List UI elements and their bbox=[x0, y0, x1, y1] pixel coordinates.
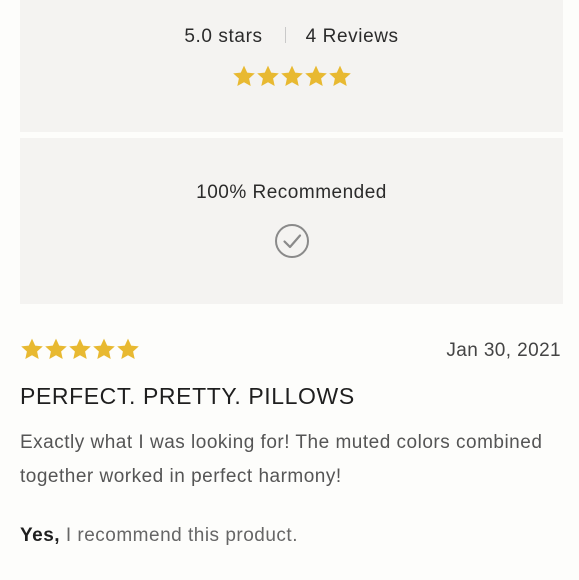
summary-star-rating bbox=[232, 64, 352, 88]
review-star-rating bbox=[20, 337, 140, 361]
star-icon bbox=[280, 65, 303, 86]
star-icon bbox=[256, 65, 279, 86]
average-rating-text: 5.0 stars bbox=[184, 26, 263, 47]
check-circle-icon bbox=[274, 224, 309, 258]
star-icon bbox=[69, 338, 91, 359]
rating-summary-line: 5.0 stars 4 Reviews bbox=[20, 26, 563, 48]
review-date: Jan 30, 2021 bbox=[446, 340, 561, 361]
star-icon bbox=[328, 65, 351, 86]
recommend-percentage: 100% Recommended bbox=[196, 182, 387, 203]
review-count-link[interactable]: 4 Reviews bbox=[306, 26, 399, 47]
star-icon bbox=[45, 338, 67, 359]
rating-summary-card: 5.0 stars 4 Reviews bbox=[20, 0, 563, 132]
star-icon bbox=[117, 338, 139, 359]
rating-divider bbox=[284, 26, 286, 43]
star-icon bbox=[21, 338, 43, 359]
star-icon bbox=[304, 65, 327, 86]
star-icon bbox=[232, 65, 255, 86]
recommend-yes-label: Yes, bbox=[20, 525, 61, 546]
recommend-summary-card: 100% Recommended bbox=[20, 138, 563, 304]
review-title: PERFECT. PRETTY. PILLOWS bbox=[20, 383, 355, 409]
review-recommendation: Yes, I recommend this product. bbox=[20, 525, 298, 547]
review-body: Exactly what I was looking for! The mute… bbox=[20, 432, 543, 487]
star-icon bbox=[93, 338, 115, 359]
recommend-statement: I recommend this product. bbox=[60, 525, 298, 546]
